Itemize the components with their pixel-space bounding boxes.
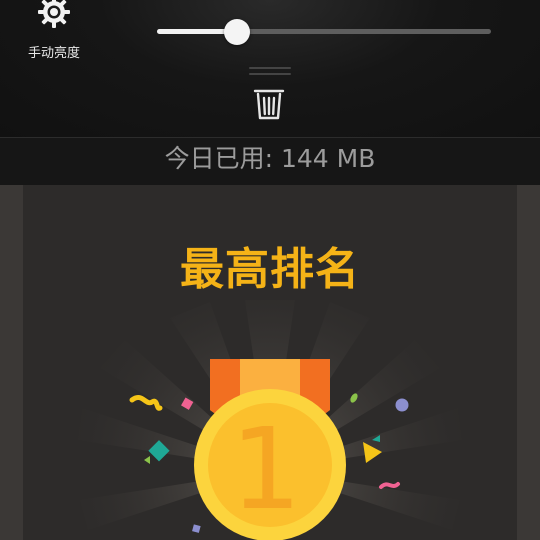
screen: 手动亮度 今日已用: 144 MB 1 最高排名 bbox=[0, 0, 540, 540]
confetti-square-blue bbox=[192, 524, 201, 533]
medal: 1 bbox=[194, 389, 346, 540]
brightness-mode-label[interactable]: 手动亮度 bbox=[18, 45, 90, 63]
confetti-triangle-green bbox=[144, 456, 150, 464]
confetti-squiggle-pink bbox=[379, 482, 400, 489]
data-usage-text: 今日已用: 144 MB bbox=[164, 144, 376, 173]
shade-drag-handle[interactable] bbox=[249, 67, 291, 75]
page-title: 最高排名 bbox=[180, 244, 360, 295]
brightness-slider-thumb[interactable] bbox=[224, 19, 250, 45]
medal-illustration: 1 bbox=[78, 300, 462, 540]
brightness-gear-icon[interactable] bbox=[36, 0, 72, 30]
confetti-squiggle-yellow bbox=[129, 395, 163, 411]
brightness-slider[interactable] bbox=[157, 18, 491, 46]
trash-icon[interactable] bbox=[250, 84, 288, 122]
confetti-dot-purple bbox=[395, 398, 409, 412]
medal-number: 1 bbox=[230, 405, 301, 535]
